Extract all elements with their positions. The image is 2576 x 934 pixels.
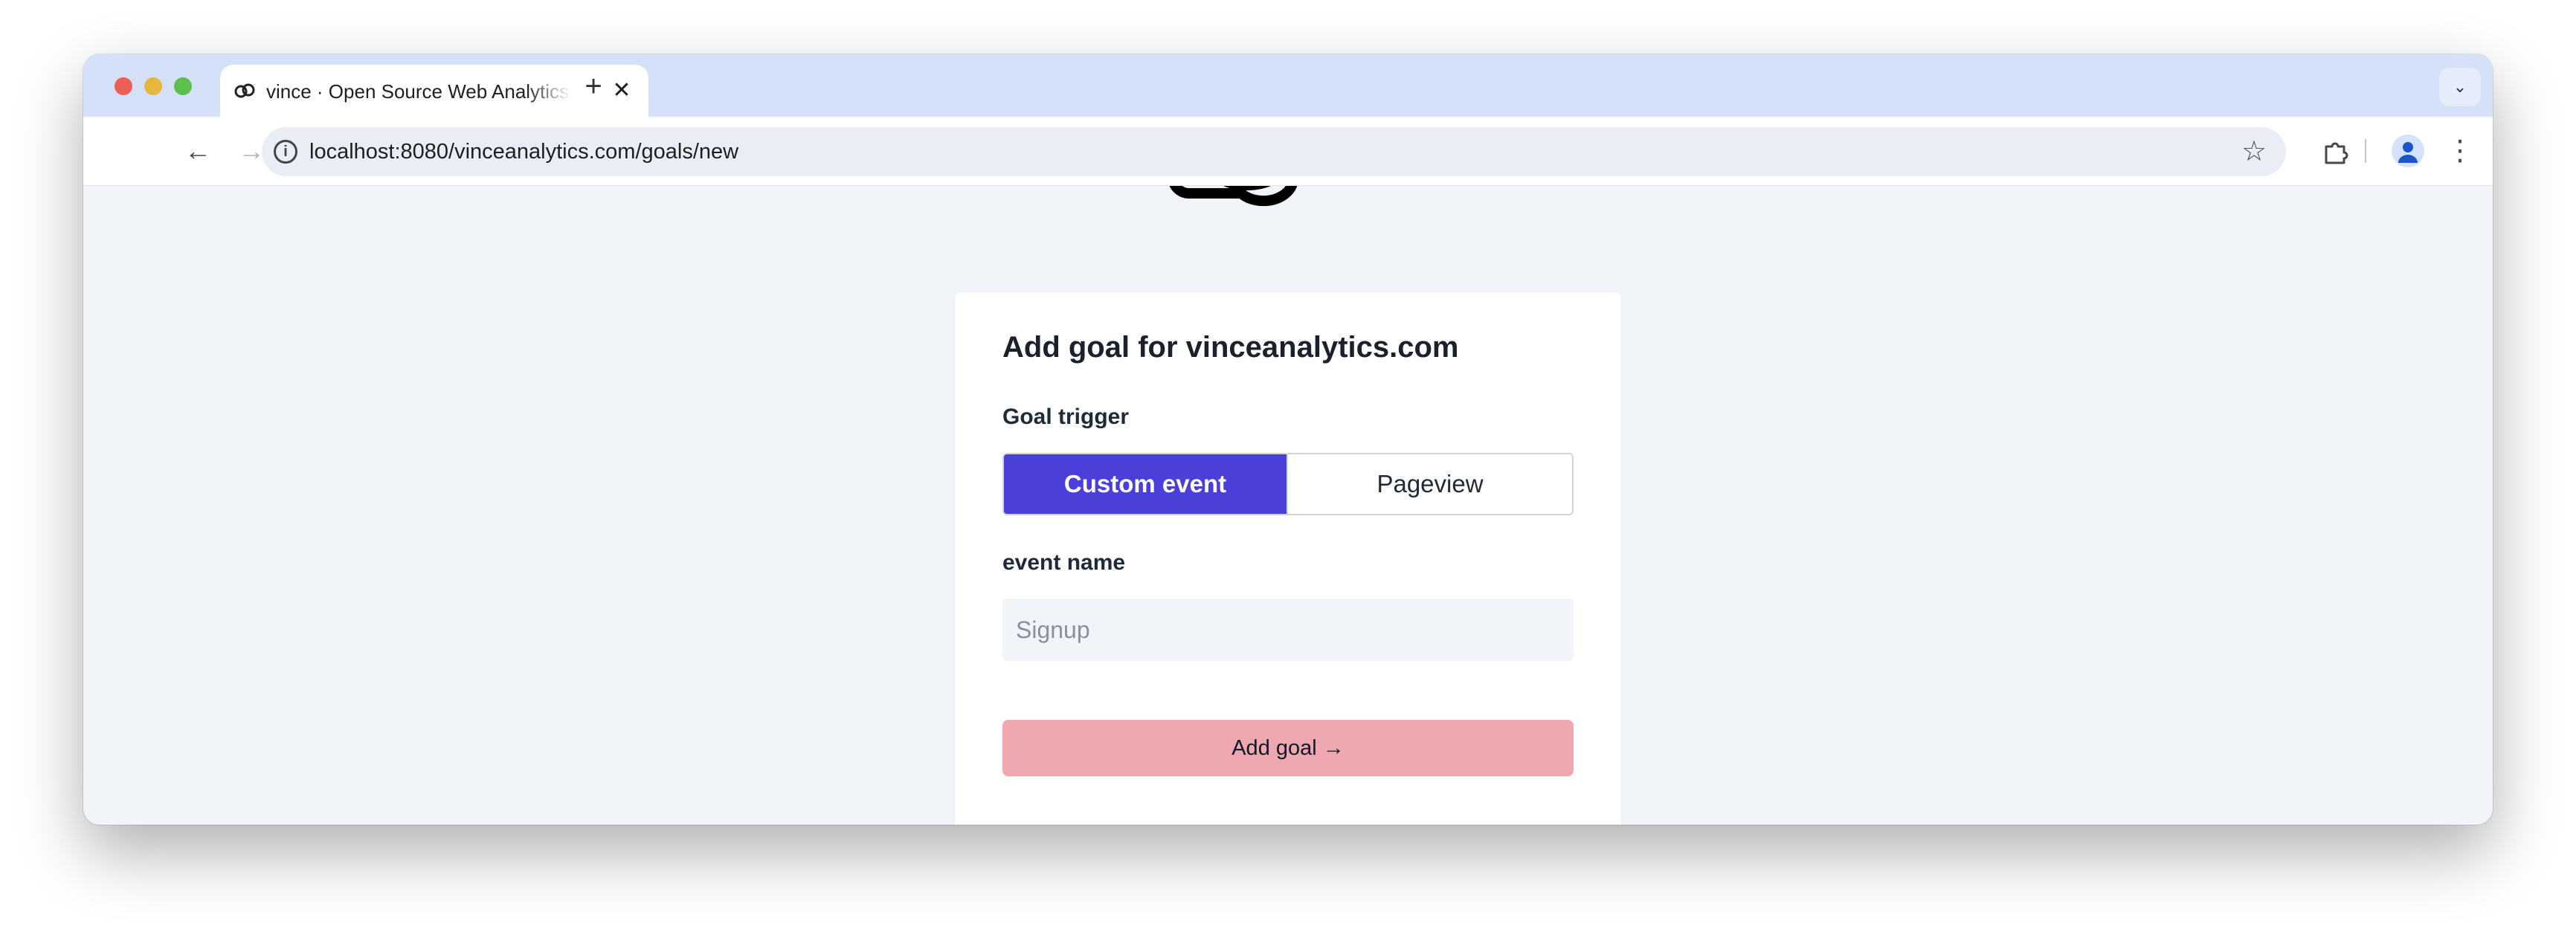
- toolbar-divider: [2365, 139, 2366, 163]
- extensions-puzzle-icon[interactable]: [2322, 138, 2350, 166]
- close-window-button[interactable]: [115, 77, 132, 95]
- browser-window: vince · Open Source Web Analytics ✕ + ⌄ …: [83, 54, 2493, 825]
- profile-avatar-icon[interactable]: [2392, 135, 2424, 167]
- new-tab-button[interactable]: +: [579, 71, 608, 102]
- add-goal-card: Add goal for vinceanalytics.com Goal tri…: [955, 292, 1621, 825]
- tab-strip: vince · Open Source Web Analytics ✕ + ⌄: [83, 54, 2493, 117]
- address-bar[interactable]: i localhost:8080/vinceanalytics.com/goal…: [262, 127, 2286, 176]
- bookmark-star-icon[interactable]: ☆: [2237, 135, 2271, 169]
- add-goal-button[interactable]: Add goal →: [1002, 720, 1574, 776]
- minimize-window-button[interactable]: [144, 77, 162, 95]
- browser-toolbar: ← → ↻ i localhost:8080/vinceanalytics.co…: [83, 117, 2493, 186]
- vince-logo-icon: [1169, 186, 1298, 207]
- tab-close-icon[interactable]: ✕: [608, 77, 635, 104]
- vince-favicon-icon: [234, 83, 255, 98]
- site-info-icon[interactable]: i: [274, 140, 297, 164]
- page-title: Add goal for vinceanalytics.com: [1002, 331, 1459, 364]
- goal-trigger-toggle: Custom event Pageview: [1002, 453, 1574, 515]
- maximize-window-button[interactable]: [174, 77, 192, 95]
- event-name-input[interactable]: [1002, 599, 1574, 661]
- page-content: Add goal for vinceanalytics.com Goal tri…: [83, 186, 2493, 825]
- tab-search-button[interactable]: ⌄: [2439, 68, 2481, 106]
- back-arrow-icon[interactable]: ←: [178, 132, 217, 170]
- tab-title: vince · Open Source Web Analytics: [266, 80, 570, 103]
- pageview-option[interactable]: Pageview: [1287, 454, 1572, 514]
- url-text[interactable]: localhost:8080/vinceanalytics.com/goals/…: [309, 138, 738, 166]
- event-name-label: event name: [1002, 550, 1126, 575]
- custom-event-option[interactable]: Custom event: [1004, 454, 1287, 514]
- goal-trigger-label: Goal trigger: [1002, 405, 1130, 429]
- browser-menu-icon[interactable]: ⋮: [2441, 132, 2479, 170]
